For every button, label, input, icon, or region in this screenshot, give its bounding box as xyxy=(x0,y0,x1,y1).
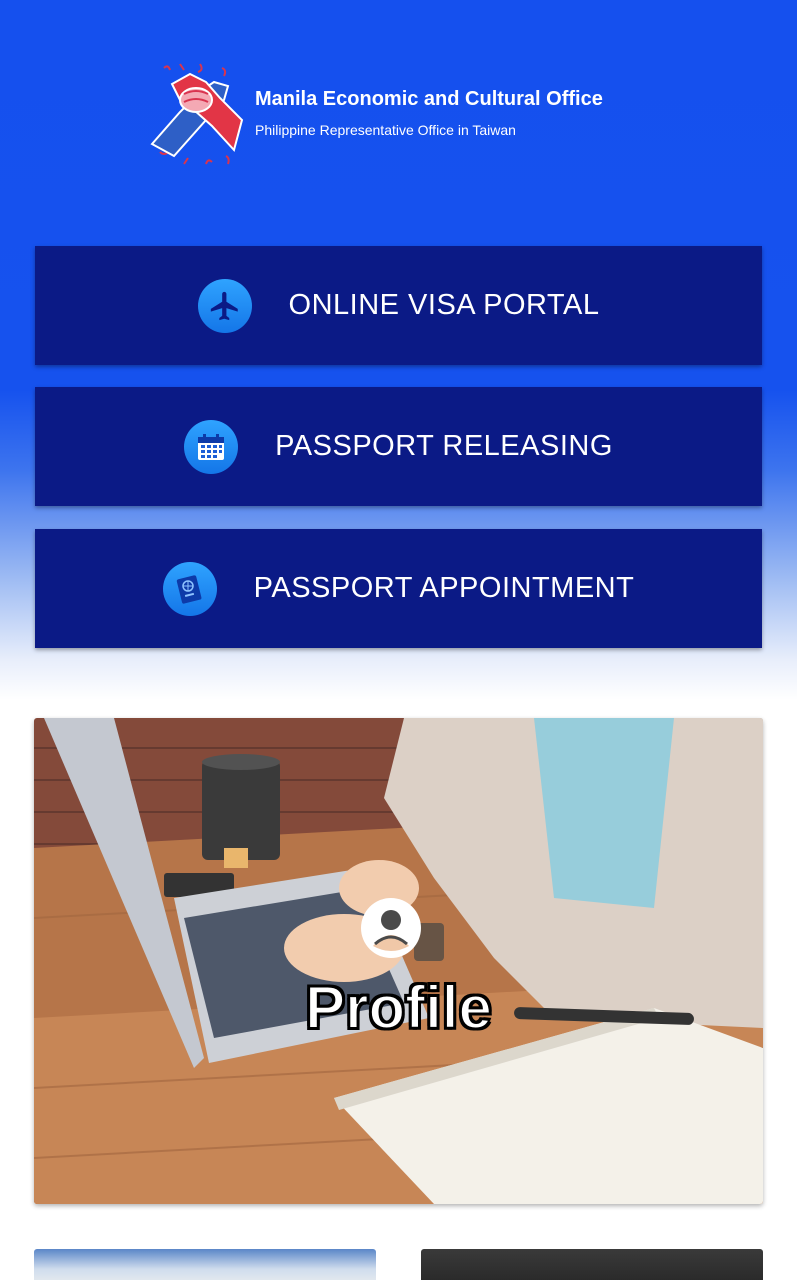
passport-appointment-button[interactable]: PASSPORT APPOINTMENT xyxy=(35,529,762,648)
online-visa-portal-label: ONLINE VISA PORTAL xyxy=(288,289,600,321)
app-header: Manila Economic and Cultural Office Phil… xyxy=(150,60,670,175)
org-subtitle: Philippine Representative Office in Taiw… xyxy=(255,122,516,138)
passport-releasing-button[interactable]: PASSPORT RELEASING xyxy=(35,387,762,506)
profile-card[interactable]: Profile xyxy=(34,718,763,1204)
online-visa-portal-button[interactable]: ONLINE VISA PORTAL xyxy=(35,246,762,365)
bottom-left-tile[interactable] xyxy=(34,1249,376,1280)
profile-card-photo xyxy=(34,718,763,1204)
passport-releasing-label: PASSPORT RELEASING xyxy=(275,430,613,462)
passport-appointment-label: PASSPORT APPOINTMENT xyxy=(253,572,635,604)
bottom-right-tile[interactable] xyxy=(421,1249,763,1280)
profile-label: Profile xyxy=(304,973,493,1042)
passport-icon xyxy=(162,561,217,616)
handshake-logo xyxy=(150,63,244,165)
user-avatar-icon xyxy=(361,898,421,958)
airplane-icon xyxy=(197,278,252,333)
calendar-icon xyxy=(184,419,239,474)
org-name: Manila Economic and Cultural Office xyxy=(255,88,603,110)
